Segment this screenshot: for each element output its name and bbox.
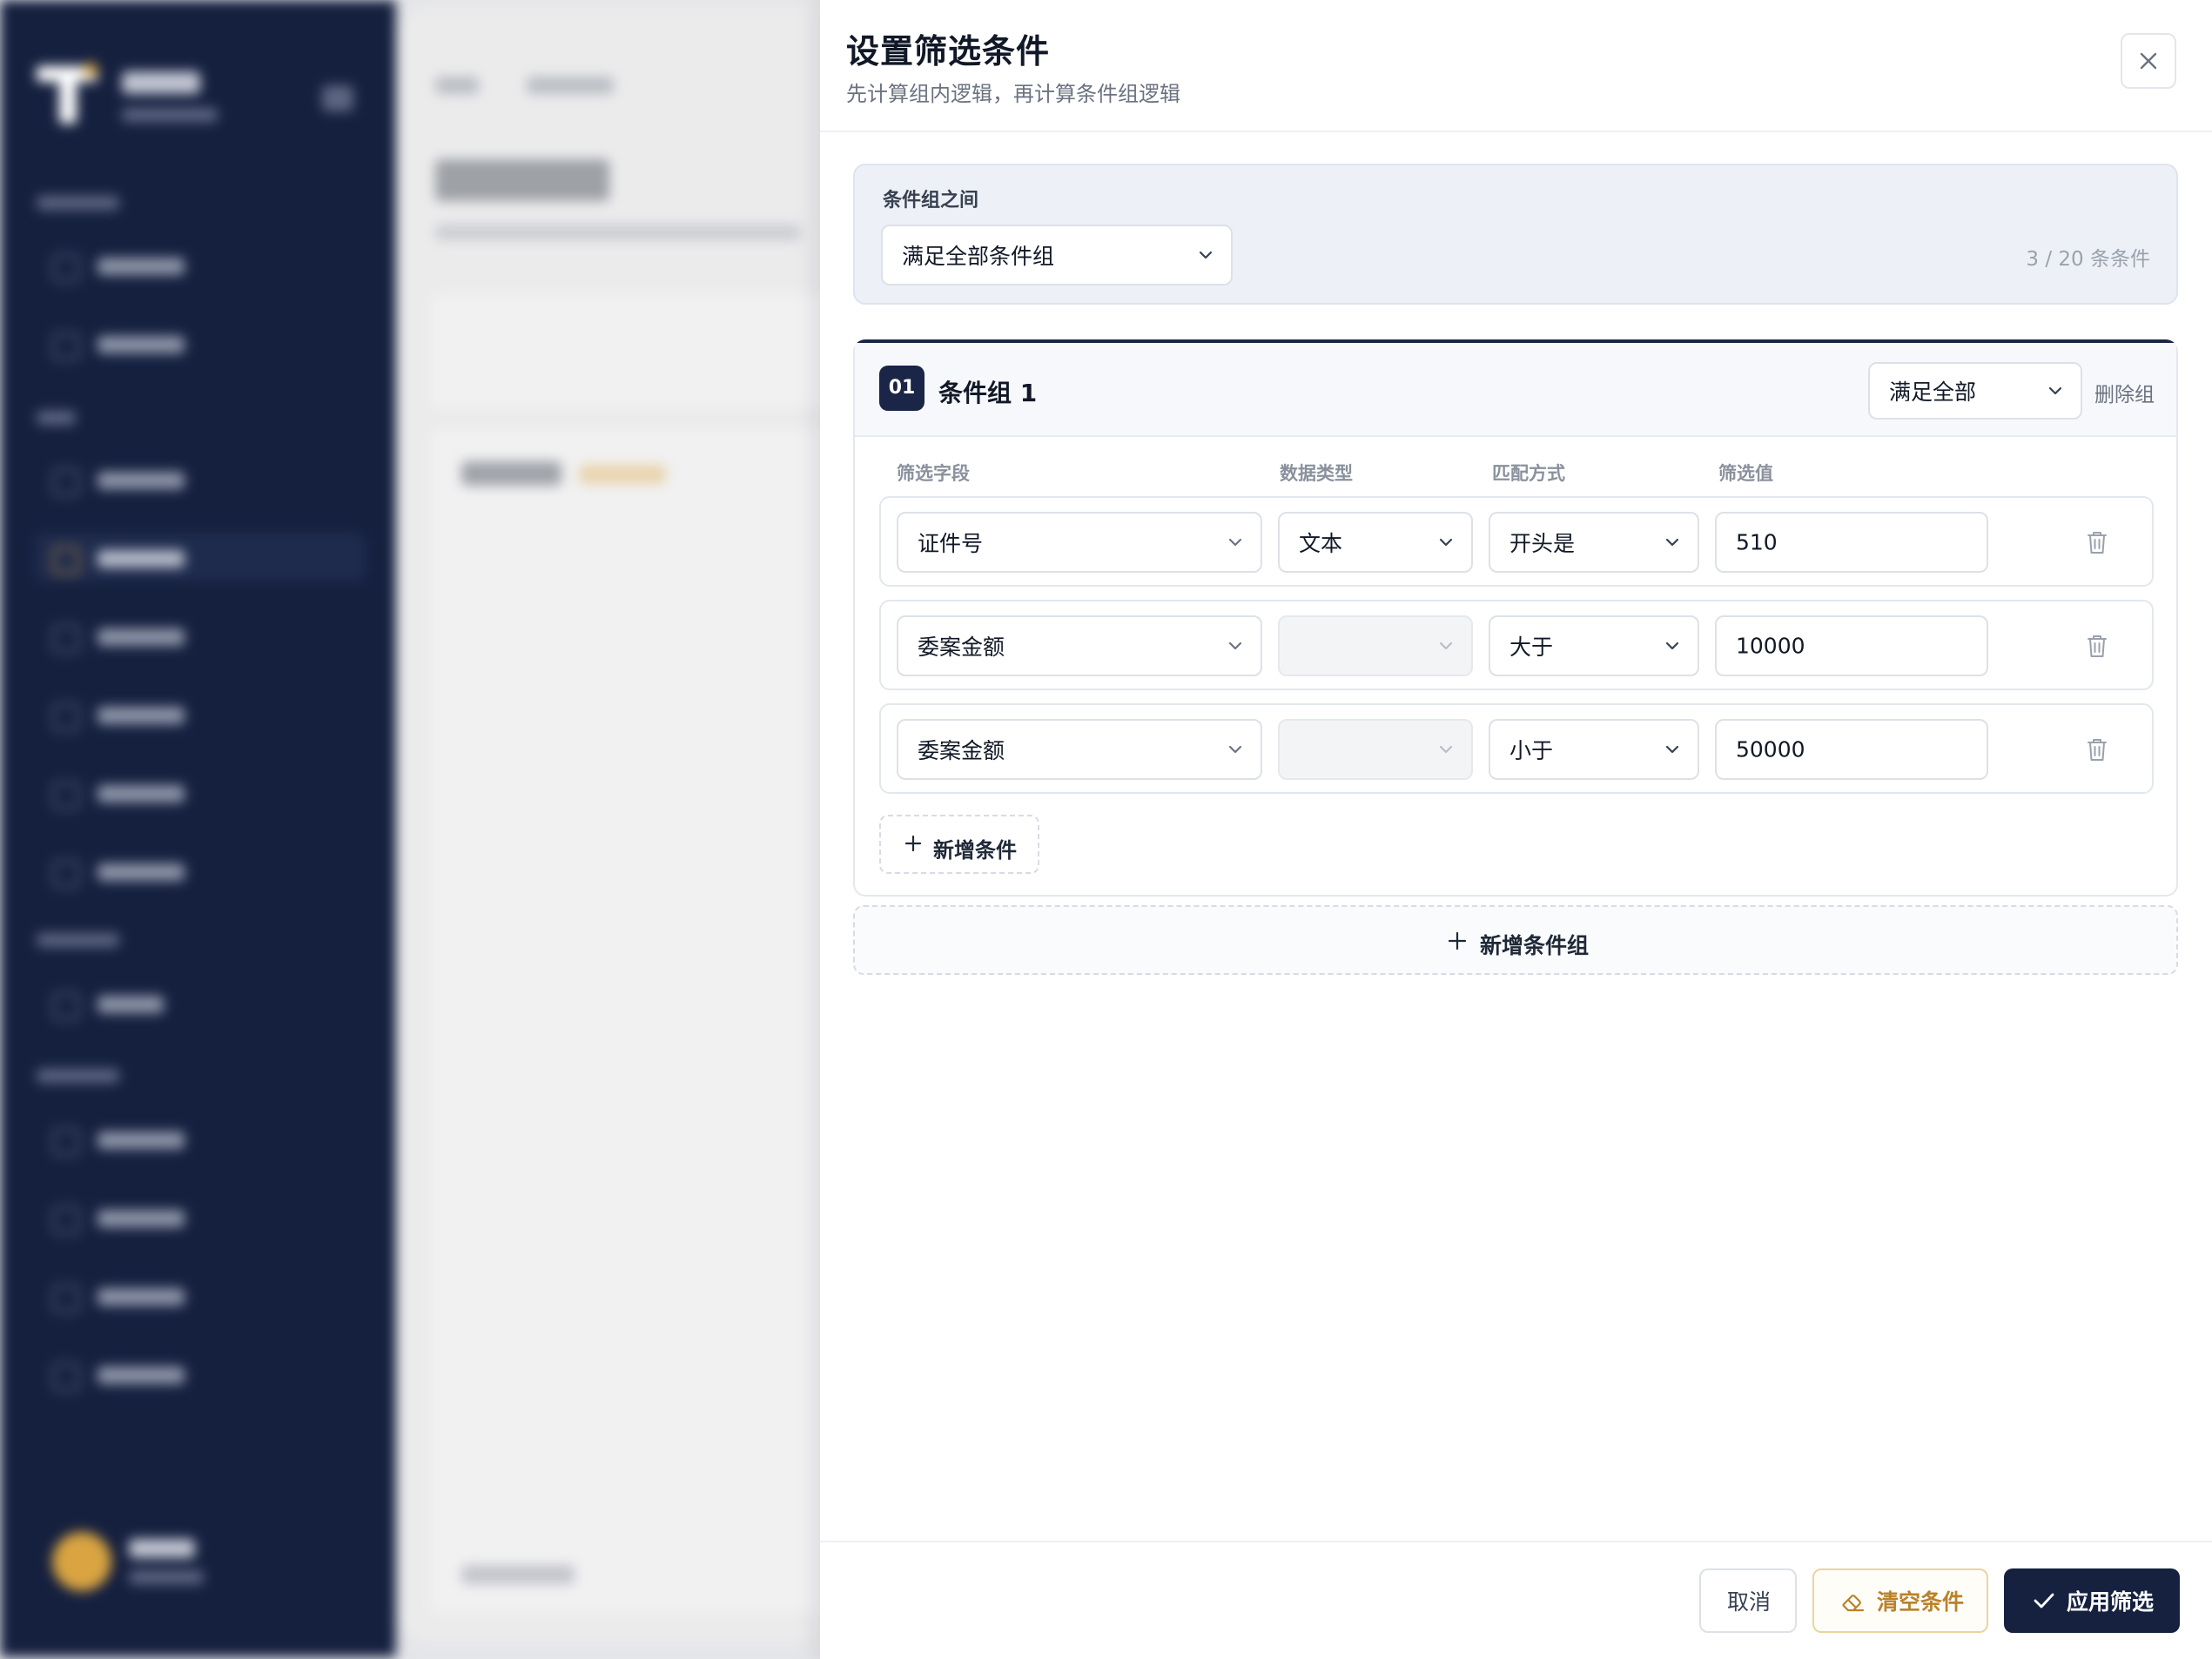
- chevron-down-icon: [1228, 745, 1242, 754]
- clear-conditions-button[interactable]: 清空条件: [1812, 1568, 1988, 1633]
- match-select[interactable]: 小于: [1489, 719, 1699, 780]
- match-value: 大于: [1509, 635, 1554, 660]
- eraser-icon: [1842, 1595, 1865, 1612]
- drawer-footer: 取消 清空条件 应用筛选: [820, 1541, 2212, 1659]
- value-input[interactable]: 50000: [1715, 719, 1988, 780]
- delete-group-button[interactable]: 删除组: [2094, 378, 2155, 407]
- add-group-button[interactable]: 新增条件组: [853, 905, 2178, 975]
- drawer-header: 设置筛选条件 先计算组内逻辑，再计算条件组逻辑: [820, 0, 2212, 132]
- close-icon: [2140, 52, 2157, 70]
- condition-count: 3 / 20 条条件: [2026, 248, 2150, 271]
- trash-icon[interactable]: [2086, 529, 2108, 555]
- sidebar-item[interactable]: [35, 611, 366, 660]
- cancel-label: 取消: [1727, 1589, 1772, 1615]
- add-condition-label: 新增条件: [933, 838, 1017, 863]
- value-text: 10000: [1736, 633, 1805, 659]
- condition-group-header: 01 条件组 1 满足全部 删除组: [855, 343, 2176, 437]
- chevron-down-icon: [1439, 641, 1453, 650]
- chevron-down-icon: [1665, 745, 1679, 754]
- match-select[interactable]: 大于: [1489, 615, 1699, 676]
- sidebar-item[interactable]: [35, 1192, 366, 1241]
- chevron-down-icon: [2048, 386, 2062, 395]
- drawer-subtitle: 先计算组内逻辑，再计算条件组逻辑: [846, 82, 1180, 106]
- value-input[interactable]: 10000: [1715, 615, 1988, 676]
- add-condition-button[interactable]: 新增条件: [879, 815, 1039, 874]
- match-value: 开头是: [1509, 531, 1576, 556]
- group-logic-in-group-value: 满足全部: [1889, 379, 1977, 405]
- sidebar-item[interactable]: [35, 689, 366, 738]
- apply-filter-button[interactable]: 应用筛选: [2004, 1568, 2180, 1633]
- filter-drawer: 设置筛选条件 先计算组内逻辑，再计算条件组逻辑 条件组之间 满足全部条件组 3 …: [820, 0, 2212, 1659]
- group-logic-select[interactable]: 满足全部条件组: [881, 225, 1233, 285]
- cancel-button[interactable]: 取消: [1699, 1568, 1797, 1633]
- field-value: 委案金额: [918, 738, 1005, 763]
- sidebar-item[interactable]: [35, 1114, 366, 1163]
- chevron-down-icon: [1439, 538, 1453, 547]
- group-index-badge: 01: [879, 366, 924, 411]
- chevron-down-icon: [1228, 641, 1242, 650]
- value-text: 510: [1736, 529, 1778, 555]
- value-input[interactable]: 510: [1715, 512, 1988, 573]
- close-button[interactable]: [2121, 33, 2176, 89]
- sidebar-item[interactable]: [35, 319, 366, 367]
- field-select[interactable]: 委案金额: [897, 719, 1262, 780]
- sidebar-item[interactable]: [35, 846, 366, 895]
- match-value: 小于: [1509, 738, 1554, 763]
- group-logic-value: 满足全部条件组: [902, 244, 1055, 269]
- field-value: 证件号: [918, 531, 984, 556]
- chevron-down-icon: [1665, 641, 1679, 650]
- type-select-disabled: [1278, 719, 1473, 780]
- chevron-down-icon: [1439, 745, 1453, 754]
- apply-filter-label: 应用筛选: [2067, 1589, 2155, 1615]
- value-text: 50000: [1736, 736, 1805, 762]
- field-select[interactable]: 证件号: [897, 512, 1262, 573]
- sidebar: [0, 0, 396, 1657]
- add-group-label: 新增条件组: [1480, 933, 1590, 958]
- condition-group: 01 条件组 1 满足全部 删除组 筛选字段 数据类型 匹配方式 筛选值 证件号…: [853, 339, 2178, 897]
- column-header-match: 匹配方式: [1492, 463, 1565, 484]
- sidebar-item[interactable]: [35, 454, 366, 503]
- chevron-down-icon: [1228, 538, 1242, 547]
- check-icon: [2034, 1593, 2054, 1609]
- field-value: 委案金额: [918, 635, 1005, 660]
- sidebar-item-active[interactable]: [35, 533, 366, 581]
- plus-icon: [904, 835, 922, 852]
- column-header-field: 筛选字段: [897, 463, 970, 484]
- condition-row: 证件号 文本 开头是 510: [879, 496, 2154, 587]
- sidebar-item[interactable]: [35, 240, 366, 289]
- sidebar-item[interactable]: [35, 768, 366, 816]
- group-logic-section: 条件组之间 满足全部条件组 3 / 20 条条件: [853, 164, 2178, 305]
- drawer-title: 设置筛选条件: [846, 32, 1051, 71]
- group-name: 条件组 1: [938, 379, 1038, 407]
- app-logo: [37, 63, 97, 125]
- condition-row: 委案金额 大于 10000: [879, 600, 2154, 690]
- avatar[interactable]: [52, 1532, 111, 1591]
- type-value: 文本: [1299, 531, 1343, 556]
- type-select-disabled: [1278, 615, 1473, 676]
- column-header-value: 筛选值: [1718, 463, 1773, 484]
- trash-icon[interactable]: [2086, 736, 2108, 762]
- chevron-down-icon: [1665, 538, 1679, 547]
- sidebar-item[interactable]: [35, 978, 366, 1027]
- column-header-type: 数据类型: [1280, 463, 1353, 484]
- chevron-down-icon: [1199, 251, 1213, 259]
- clear-conditions-label: 清空条件: [1877, 1589, 1965, 1615]
- field-select[interactable]: 委案金额: [897, 615, 1262, 676]
- sidebar-item[interactable]: [35, 1271, 366, 1320]
- group-logic-in-group-select[interactable]: 满足全部: [1868, 362, 2082, 420]
- group-logic-label: 条件组之间: [883, 190, 979, 212]
- trash-icon[interactable]: [2086, 633, 2108, 659]
- plus-icon: [1448, 931, 1467, 950]
- type-select[interactable]: 文本: [1278, 512, 1473, 573]
- sidebar-item[interactable]: [35, 1349, 366, 1398]
- match-select[interactable]: 开头是: [1489, 512, 1699, 573]
- condition-row: 委案金额 小于 50000: [879, 703, 2154, 794]
